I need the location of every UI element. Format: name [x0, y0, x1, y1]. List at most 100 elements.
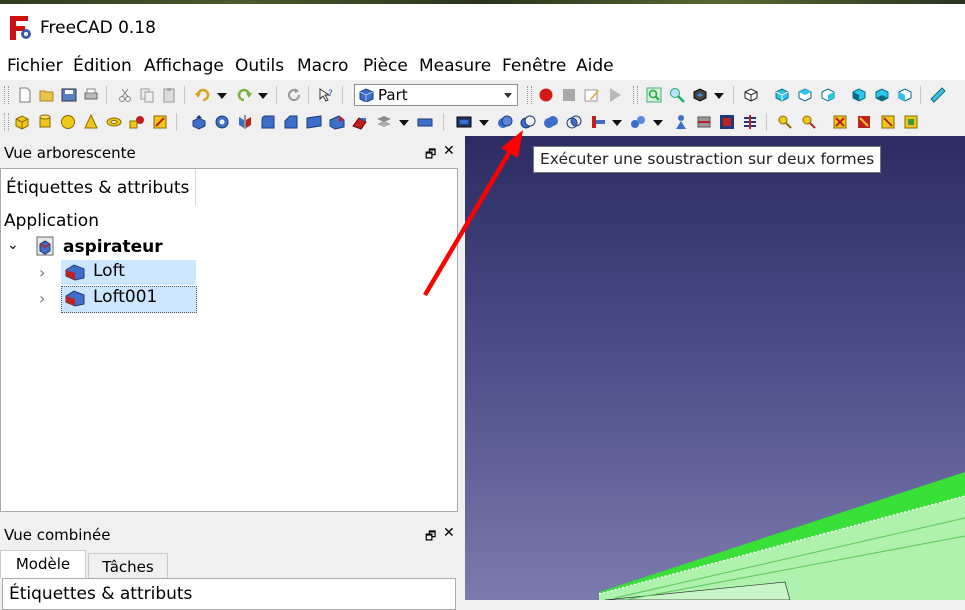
redo-icon[interactable]	[236, 87, 252, 103]
part-check-geometry-icon[interactable]	[673, 114, 689, 130]
part-join-features-icon[interactable]	[590, 114, 606, 130]
toolbar-grip[interactable]	[4, 86, 9, 104]
tooltip: Exécuter une soustraction sur deux forme…	[533, 146, 882, 173]
tab-labels-attributes[interactable]: Étiquettes & attributs	[1, 169, 196, 205]
float-panel-icon[interactable]: 🗗	[425, 527, 436, 548]
part-split-icon[interactable]	[630, 114, 646, 130]
save-icon[interactable]	[61, 87, 77, 103]
part-fillet-icon[interactable]	[260, 114, 276, 130]
tab-modele[interactable]: Modèle	[0, 550, 86, 578]
workbench-selector[interactable]: Part	[354, 84, 518, 106]
part-cylinder-icon[interactable]	[37, 114, 53, 130]
run-macro-icon[interactable]	[607, 87, 623, 103]
tab-taches[interactable]: Tâches	[88, 553, 168, 579]
freecad-logo-icon	[10, 16, 31, 40]
menu-fenetre[interactable]: Fenêtre	[502, 56, 566, 76]
view-left-icon[interactable]	[897, 87, 913, 103]
part-torus-icon[interactable]	[106, 114, 122, 130]
chevron-down-icon	[504, 93, 512, 98]
toolbar-separator	[342, 86, 343, 104]
refresh-icon[interactable]	[286, 87, 302, 103]
measure-clear-all-icon[interactable]	[856, 114, 872, 130]
toolbar-grip[interactable]	[527, 86, 532, 104]
stop-macro-icon[interactable]	[561, 87, 577, 103]
open-file-icon[interactable]	[39, 87, 55, 103]
view-fit-all-icon[interactable]	[646, 87, 662, 103]
chevron-down-icon[interactable]: ⌄	[7, 237, 19, 253]
offset-dropdown-icon[interactable]	[399, 120, 409, 126]
document-name[interactable]: aspirateur	[63, 237, 163, 257]
measure-refresh-icon[interactable]	[832, 114, 848, 130]
copy-icon[interactable]	[139, 87, 155, 103]
part-shape-builder-icon[interactable]	[152, 114, 168, 130]
part-attachment-icon[interactable]	[742, 114, 758, 130]
part-section-icon[interactable]	[696, 114, 712, 130]
cut-icon[interactable]	[117, 87, 133, 103]
part-mirror-icon[interactable]	[237, 114, 253, 130]
toolbar-separator	[920, 86, 921, 104]
measure-toggle-delta-icon[interactable]	[903, 114, 919, 130]
menu-outils[interactable]: Outils	[235, 56, 284, 76]
edit-macro-icon[interactable]	[584, 87, 600, 103]
undo-icon[interactable]	[195, 87, 211, 103]
undo-dropdown-icon[interactable]	[217, 93, 227, 99]
measure-toggle-3d-icon[interactable]	[880, 114, 896, 130]
paste-icon[interactable]	[161, 87, 177, 103]
part-sweep-icon[interactable]	[376, 114, 392, 130]
measure-distance-icon[interactable]	[930, 87, 946, 103]
toolbar-grip[interactable]	[633, 86, 638, 104]
menu-measure[interactable]: Measure	[419, 56, 491, 76]
record-macro-icon[interactable]	[538, 87, 554, 103]
part-chamfer-icon[interactable]	[283, 114, 299, 130]
tree-item-loft001[interactable]: Loft001	[61, 286, 197, 313]
menu-affichage[interactable]: Affichage	[144, 56, 224, 76]
part-revolve-icon[interactable]	[214, 114, 230, 130]
part-sphere-icon[interactable]	[60, 114, 76, 130]
view-isometric-icon[interactable]	[743, 87, 759, 103]
zoom-icon[interactable]	[669, 87, 685, 103]
menu-piece[interactable]: Pièce	[363, 56, 408, 76]
tab-label: Étiquettes & attributs	[6, 178, 190, 198]
view-top-icon[interactable]	[797, 87, 813, 103]
join-dropdown-icon[interactable]	[612, 120, 622, 126]
view-bottom-icon[interactable]	[874, 87, 890, 103]
combo-content: Étiquettes & attributs	[2, 578, 456, 610]
svg-text:?: ?	[328, 89, 333, 99]
toolbar-separator	[276, 86, 277, 104]
view-front-icon[interactable]	[774, 87, 790, 103]
part-extrude-icon[interactable]	[191, 114, 207, 130]
part-primitives-icon[interactable]	[129, 114, 145, 130]
draw-style-icon[interactable]	[692, 87, 708, 103]
draw-style-dropdown-icon[interactable]	[714, 93, 724, 99]
part-common-icon[interactable]	[566, 114, 582, 130]
part-loft-icon[interactable]	[352, 114, 368, 130]
whats-this-icon[interactable]: ?	[318, 87, 334, 103]
menu-fichier[interactable]: Fichier	[7, 56, 63, 76]
part-cross-sections-icon[interactable]	[719, 114, 735, 130]
redo-dropdown-icon[interactable]	[258, 93, 268, 99]
measure-angular-icon[interactable]	[801, 114, 817, 130]
chevron-right-icon[interactable]: ›	[39, 263, 45, 282]
tree-item-loft[interactable]: Loft	[61, 260, 196, 285]
part-cube-icon[interactable]	[14, 114, 30, 130]
part-ruled-surface-icon[interactable]	[329, 114, 345, 130]
part-make-face-icon[interactable]	[306, 114, 322, 130]
close-icon[interactable]: ✕	[443, 525, 455, 541]
toolbar-separator	[766, 113, 767, 131]
new-file-icon[interactable]	[17, 87, 33, 103]
loft-icon	[65, 290, 85, 307]
3d-viewport[interactable]	[465, 136, 965, 600]
measure-linear-icon[interactable]	[777, 114, 793, 130]
toolbar-grip[interactable]	[4, 113, 9, 131]
menu-macro[interactable]: Macro	[297, 56, 348, 76]
view-right-icon[interactable]	[820, 87, 836, 103]
split-dropdown-icon[interactable]	[653, 120, 663, 126]
menu-bar: Fichier Édition Affichage Outils Macro P…	[0, 52, 965, 80]
menu-aide[interactable]: Aide	[576, 56, 614, 76]
view-rear-icon[interactable]	[851, 87, 867, 103]
print-icon[interactable]	[83, 87, 99, 103]
chevron-right-icon[interactable]: ›	[39, 289, 45, 308]
part-fuse-icon[interactable]	[543, 114, 559, 130]
menu-edition[interactable]: Édition	[73, 56, 132, 76]
part-cone-icon[interactable]	[83, 114, 99, 130]
